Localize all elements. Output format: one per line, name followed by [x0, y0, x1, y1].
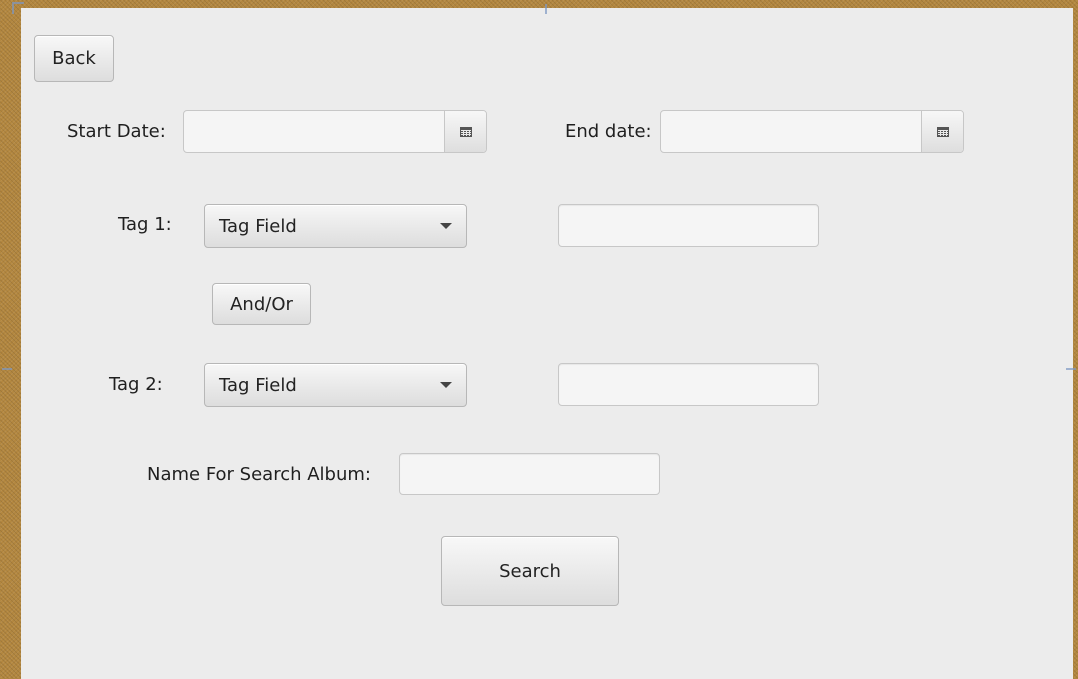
tag1-field-dropdown[interactable]: Tag Field [204, 204, 467, 248]
right-center-marker [1066, 368, 1076, 370]
calendar-icon [459, 126, 472, 137]
start-date-input[interactable] [184, 111, 444, 152]
start-date-label: Start Date: [67, 121, 166, 142]
corner-marker [12, 2, 24, 14]
top-center-marker [545, 4, 547, 14]
left-center-marker [2, 368, 12, 370]
chevron-down-icon [440, 382, 452, 388]
tag2-value-input[interactable] [558, 363, 819, 406]
search-form-pane: Back Start Date: End date: Tag 1: Tag Fi… [21, 8, 1073, 679]
tag1-label: Tag 1: [118, 214, 172, 235]
album-name-label: Name For Search Album: [147, 464, 371, 485]
start-date-calendar-button[interactable] [444, 111, 486, 152]
calendar-icon [936, 126, 949, 137]
end-date-picker[interactable] [660, 110, 964, 153]
search-button[interactable]: Search [441, 536, 619, 606]
album-name-input[interactable] [399, 453, 660, 495]
end-date-label: End date: [565, 121, 652, 142]
tag1-dropdown-value: Tag Field [219, 215, 297, 237]
tag2-field-dropdown[interactable]: Tag Field [204, 363, 467, 407]
end-date-input[interactable] [661, 111, 921, 152]
start-date-picker[interactable] [183, 110, 487, 153]
chevron-down-icon [440, 223, 452, 229]
back-button[interactable]: Back [34, 35, 114, 82]
search-button-label: Search [499, 560, 561, 582]
back-button-label: Back [52, 48, 96, 69]
tag2-dropdown-value: Tag Field [219, 374, 297, 396]
tag2-label: Tag 2: [109, 374, 163, 395]
tag1-value-input[interactable] [558, 204, 819, 247]
end-date-calendar-button[interactable] [921, 111, 963, 152]
and-or-button-label: And/Or [230, 293, 293, 315]
and-or-button[interactable]: And/Or [212, 283, 311, 325]
